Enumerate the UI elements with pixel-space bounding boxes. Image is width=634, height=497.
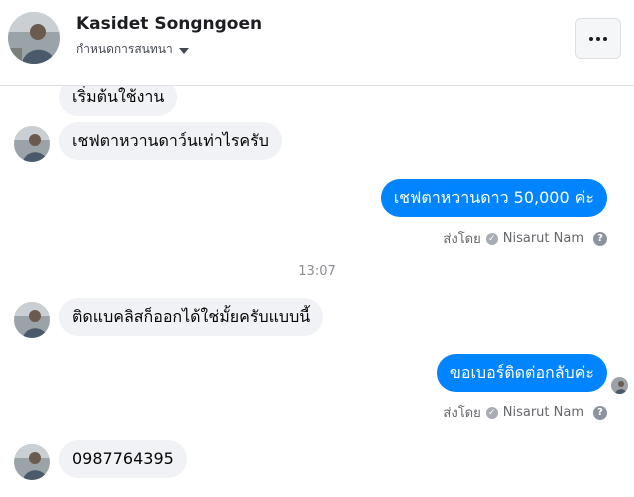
page-verified-icon: ✓: [485, 232, 498, 245]
sender-avatar[interactable]: [14, 444, 50, 480]
caret-down-icon: [178, 47, 189, 54]
message-incoming[interactable]: เริ่มต้นใช้งาน: [59, 86, 178, 116]
sent-by-prefix: ส่งโดย: [443, 232, 481, 247]
message-outgoing[interactable]: ขอเบอร์ติดต่อกลับค่ะ: [436, 354, 607, 392]
sent-by-info: ส่งโดย ✓ Nisarut Nam ?: [443, 228, 607, 249]
message-incoming[interactable]: 0987764395: [59, 440, 187, 478]
message-thread[interactable]: เริ่มต้นใช้งาน เชฟตาหวานดาว์นเท่าไรครับ …: [0, 86, 634, 497]
conversation-settings-label: กำหนดการสนทนา: [76, 42, 173, 56]
conversation-settings[interactable]: กำหนดการสนทนา: [76, 40, 189, 59]
contact-name[interactable]: Kasidet Songngoen: [76, 14, 262, 34]
message-timestamp: 13:07: [298, 264, 336, 279]
sent-by-name[interactable]: Nisarut Nam: [503, 231, 584, 246]
more-dots-icon: [589, 36, 607, 41]
sent-by-prefix: ส่งโดย: [443, 406, 481, 421]
sent-by-name[interactable]: Nisarut Nam: [503, 405, 584, 420]
message-incoming[interactable]: เชฟตาหวานดาว์นเท่าไรครับ: [59, 122, 282, 160]
sender-avatar[interactable]: [14, 126, 50, 162]
help-icon[interactable]: ?: [593, 231, 607, 246]
read-receipt-avatar: [611, 377, 628, 394]
message-incoming[interactable]: ติดแบคลิสก็ออกได้ใช่มั้ยครับแบบนี้: [59, 298, 324, 336]
message-outgoing[interactable]: เชฟตาหวานดาว 50,000 ค่ะ: [380, 179, 607, 217]
conversation-header: Kasidet Songngoen กำหนดการสนทนา: [0, 0, 634, 86]
page-verified-icon: ✓: [485, 406, 498, 419]
sender-avatar[interactable]: [14, 302, 50, 338]
more-options-button[interactable]: [575, 18, 621, 59]
sent-by-info: ส่งโดย ✓ Nisarut Nam ?: [443, 402, 607, 423]
contact-avatar[interactable]: [8, 12, 60, 64]
help-icon[interactable]: ?: [593, 405, 607, 420]
